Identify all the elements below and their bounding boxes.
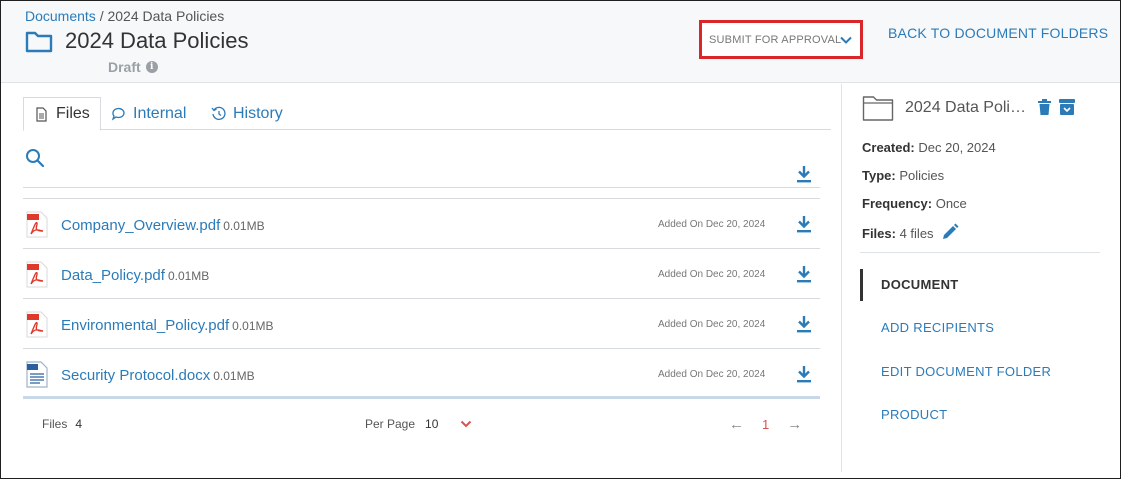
frequency-meta: Frequency: Once: [862, 196, 967, 211]
breadcrumb: Documents / 2024 Data Policies: [25, 8, 224, 24]
files-label: Files:: [862, 226, 896, 241]
download-icon[interactable]: [796, 365, 812, 383]
tab-files[interactable]: Files: [23, 97, 101, 131]
folder-icon: [25, 31, 53, 53]
download-icon[interactable]: [796, 315, 812, 333]
tab-bar: Files Internal History: [23, 97, 831, 131]
file-size: 0.01MB: [213, 369, 255, 383]
search-icon[interactable]: [25, 148, 45, 168]
file-name-link[interactable]: Environmental_Policy.pdf 0.01MB: [61, 317, 274, 334]
pdf-file-icon: [26, 211, 48, 238]
chat-bubble-icon: [111, 107, 125, 121]
file-row: Security Protocol.docx 0.01MB Added On De…: [23, 349, 820, 399]
nav-add-recipients[interactable]: ADD RECIPIENTS: [881, 320, 994, 335]
file-name-link[interactable]: Company_Overview.pdf 0.01MB: [61, 217, 265, 234]
breadcrumb-separator: /: [95, 8, 108, 24]
file-size: 0.01MB: [232, 319, 274, 333]
file-date: Added On Dec 20, 2024: [658, 269, 766, 280]
pdf-file-icon: [26, 261, 48, 288]
nav-document[interactable]: DOCUMENT: [881, 277, 959, 292]
tab-internal[interactable]: Internal: [111, 97, 186, 130]
status-label: Draft: [108, 59, 141, 75]
type-label: Type:: [862, 168, 896, 183]
file-date: Added On Dec 20, 2024: [658, 219, 766, 230]
folder-icon: [862, 96, 894, 121]
docx-file-icon: [26, 361, 48, 388]
tab-history[interactable]: History: [211, 97, 283, 130]
created-label: Created:: [862, 140, 915, 155]
chevron-down-icon: [840, 36, 852, 44]
next-page-arrow[interactable]: →: [787, 416, 802, 433]
details-sidebar: 2024 Data Policies Created: Dec 20, 2024…: [842, 84, 1120, 478]
pencil-icon[interactable]: [941, 223, 959, 241]
files-count-value: 4: [75, 417, 83, 431]
per-page-value: 10: [425, 417, 439, 431]
page-header: Documents / 2024 Data Policies 2024 Data…: [1, 1, 1120, 83]
nav-edit-document-folder[interactable]: EDIT DOCUMENT FOLDER: [881, 364, 1051, 379]
submit-for-approval-dropdown[interactable]: SUBMIT FOR APPROVAL: [699, 20, 863, 59]
app-window: Documents / 2024 Data Policies 2024 Data…: [0, 0, 1121, 479]
files-count: Files 4: [42, 417, 82, 431]
divider: [860, 252, 1100, 253]
frequency-value: Once: [935, 196, 967, 211]
tab-files-label: Files: [56, 105, 90, 122]
breadcrumb-current: 2024 Data Policies: [107, 8, 225, 24]
pagination: ← 1 →: [729, 416, 802, 433]
info-icon[interactable]: i: [145, 61, 158, 73]
file-date: Added On Dec 20, 2024: [658, 369, 766, 380]
download-icon[interactable]: [796, 215, 812, 233]
trash-icon[interactable]: [1038, 99, 1051, 115]
tab-history-label: History: [233, 104, 283, 122]
file-name: Company_Overview.pdf: [61, 217, 221, 234]
download-all-icon[interactable]: [796, 165, 812, 183]
file-size: 0.01MB: [223, 219, 265, 233]
submit-for-approval-label: SUBMIT FOR APPROVAL: [709, 33, 842, 46]
main-panel: Files Internal History Company_Overview.…: [1, 84, 841, 478]
file-date: Added On Dec 20, 2024: [658, 319, 766, 330]
file-name: Environmental_Policy.pdf: [61, 317, 230, 334]
created-value: Dec 20, 2024: [918, 140, 996, 155]
breadcrumb-documents-link[interactable]: Documents: [25, 8, 96, 24]
file-name: Security Protocol.docx: [61, 367, 211, 384]
divider: [23, 187, 820, 188]
files-count-label: Files: [42, 417, 68, 431]
per-page-select[interactable]: Per Page 10: [365, 417, 472, 431]
created-meta: Created: Dec 20, 2024: [862, 140, 996, 155]
file-name-link[interactable]: Security Protocol.docx 0.01MB: [61, 367, 255, 384]
file-name: Data_Policy.pdf: [61, 267, 165, 284]
chevron-down-icon[interactable]: [460, 418, 472, 430]
per-page-label: Per Page: [365, 417, 416, 431]
download-icon[interactable]: [796, 265, 812, 283]
history-icon: [211, 106, 226, 120]
file-name-link[interactable]: Data_Policy.pdf 0.01MB: [61, 267, 209, 284]
files-meta: Files: 4 files: [862, 226, 934, 241]
type-meta: Type: Policies: [862, 168, 944, 183]
files-value: 4 files: [899, 226, 934, 241]
sidebar-header: 2024 Data Policies: [862, 94, 1032, 122]
file-row: Environmental_Policy.pdf 0.01MB Added On …: [23, 299, 820, 349]
document-icon: [36, 106, 47, 122]
archive-icon[interactable]: [1059, 98, 1075, 115]
status-badge: Draft i: [108, 59, 158, 75]
title-row: 2024 Data Policies: [25, 28, 248, 54]
prev-page-arrow[interactable]: ←: [729, 416, 744, 433]
nav-product[interactable]: PRODUCT: [881, 407, 947, 422]
pdf-file-icon: [26, 311, 48, 338]
file-row: Company_Overview.pdf 0.01MB Added On Dec …: [23, 199, 820, 249]
back-to-document-folders-link[interactable]: BACK TO DOCUMENT FOLDERS: [888, 25, 1108, 41]
page-title: 2024 Data Policies: [65, 28, 249, 53]
file-size: 0.01MB: [167, 269, 210, 283]
type-value: Policies: [899, 168, 945, 183]
frequency-label: Frequency:: [862, 196, 933, 211]
tab-internal-label: Internal: [133, 104, 187, 122]
active-nav-indicator: [860, 269, 863, 301]
sidebar-title: 2024 Data Policies: [905, 99, 1032, 116]
file-row: Data_Policy.pdf 0.01MB Added On Dec 20, 2…: [23, 249, 820, 299]
page-number[interactable]: 1: [762, 417, 769, 432]
